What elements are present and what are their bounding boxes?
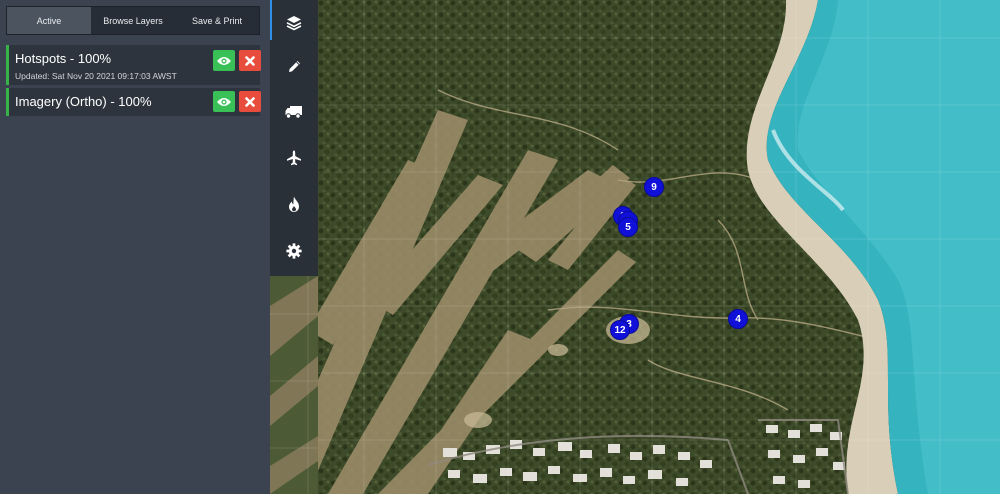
- tab-save-print[interactable]: Save & Print: [175, 7, 259, 34]
- tab-active[interactable]: Active: [7, 7, 91, 34]
- fire-tool-button[interactable]: [270, 181, 318, 227]
- eye-icon: [217, 56, 231, 65]
- truck-icon: [285, 106, 302, 119]
- pencil-icon: [288, 60, 300, 72]
- layer-title: Hotspots - 100%: [15, 51, 112, 66]
- hotspot-marker[interactable]: 12: [610, 320, 630, 340]
- remove-layer-button[interactable]: [239, 91, 261, 112]
- layer-panel: Active Browse Layers Save & Print Hotspo…: [0, 0, 270, 494]
- tab-browse-layers[interactable]: Browse Layers: [91, 7, 175, 34]
- layers-icon: [286, 16, 302, 31]
- map-app: Active Browse Layers Save & Print Hotspo…: [0, 0, 1000, 494]
- hotspot-marker[interactable]: 5: [618, 217, 638, 237]
- hotspot-marker[interactable]: 9: [644, 177, 664, 197]
- aircraft-tool-button[interactable]: [270, 135, 318, 181]
- fire-icon: [289, 196, 299, 212]
- toggle-visibility-button[interactable]: [213, 50, 235, 71]
- settings-tool-button[interactable]: [270, 228, 318, 274]
- map-canvas-left-strip[interactable]: [270, 276, 318, 494]
- vehicles-tool-button[interactable]: [270, 89, 318, 135]
- satellite-imagery: [318, 0, 1000, 494]
- airplane-icon: [287, 150, 301, 166]
- close-icon: [245, 55, 255, 66]
- hotspot-marker[interactable]: 4: [728, 309, 748, 329]
- layer-title: Imagery (Ortho) - 100%: [15, 94, 152, 109]
- layer-item-imagery: Imagery (Ortho) - 100%: [6, 88, 261, 116]
- layers-tool-button[interactable]: [270, 0, 318, 46]
- layer-item-hotspots: Hotspots - 100% Updated: Sat Nov 20 2021…: [6, 45, 261, 85]
- eye-icon: [217, 97, 231, 106]
- map-canvas[interactable]: 9 8 6 5 3 12 4: [318, 0, 1000, 494]
- remove-layer-button[interactable]: [239, 50, 261, 71]
- active-layer-list: Hotspots - 100% Updated: Sat Nov 20 2021…: [6, 45, 261, 119]
- close-icon: [245, 96, 255, 107]
- toggle-visibility-button[interactable]: [213, 91, 235, 112]
- layer-updated-time: Updated: Sat Nov 20 2021 09:17:03 AWST: [15, 71, 177, 81]
- gear-icon: [286, 243, 302, 259]
- panel-tabs: Active Browse Layers Save & Print: [6, 6, 260, 35]
- draw-tool-button[interactable]: [270, 43, 318, 89]
